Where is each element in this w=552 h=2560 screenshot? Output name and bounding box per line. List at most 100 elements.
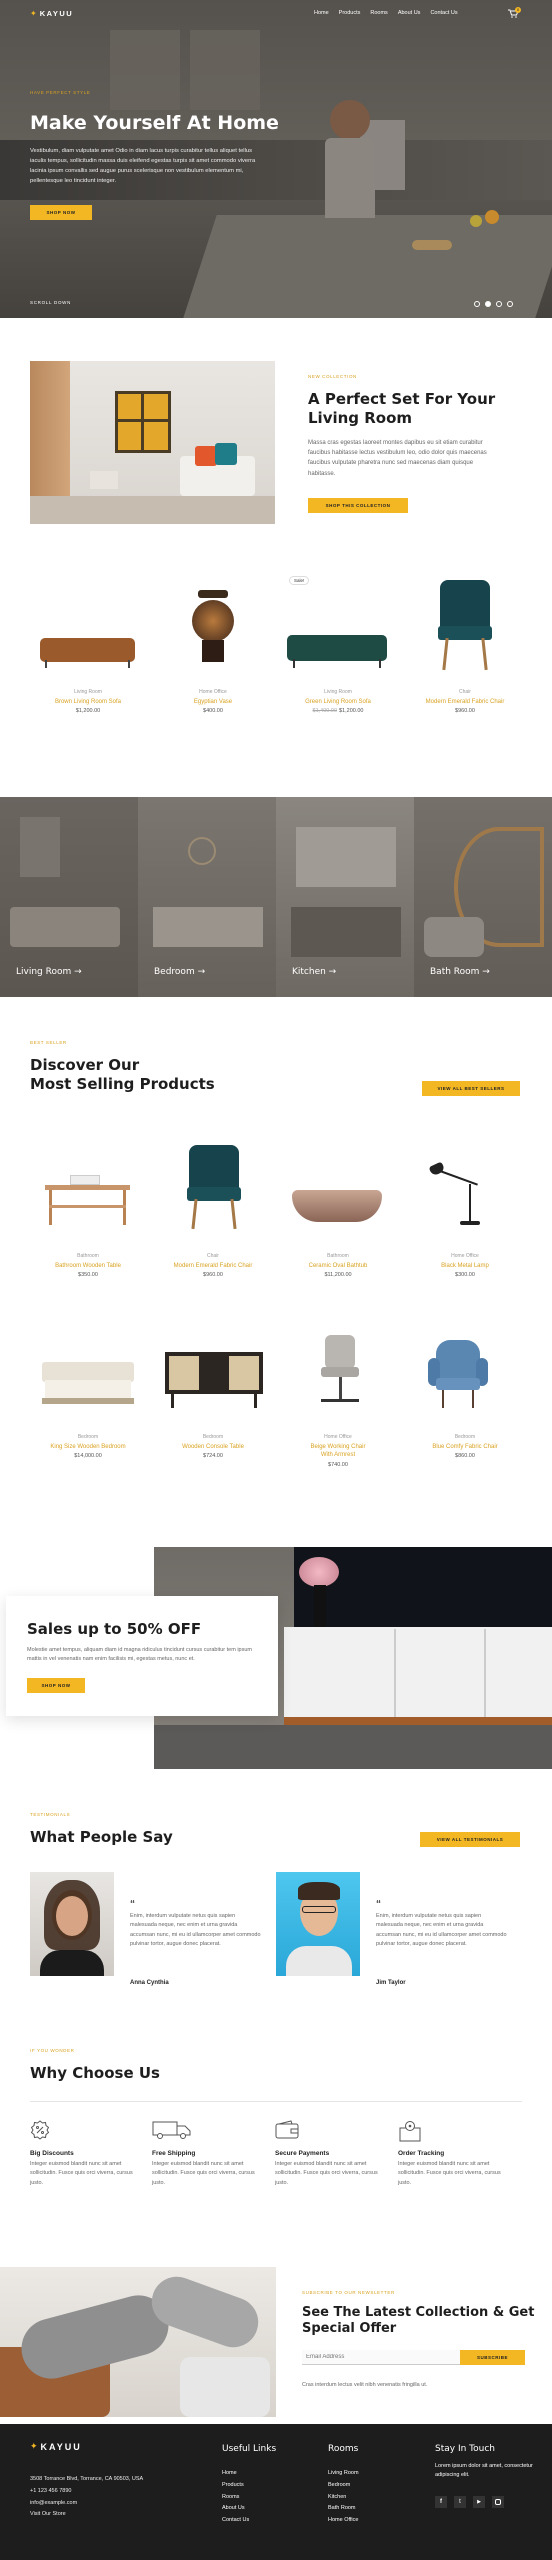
room-label: Kitchen → bbox=[292, 967, 337, 977]
product-category: Living Room bbox=[324, 689, 352, 695]
footer-link[interactable]: Bath Room bbox=[328, 2503, 359, 2515]
product-name[interactable]: Ceramic Oval Bathtub bbox=[288, 1262, 388, 1270]
footer-visit-store[interactable]: Visit Our Store bbox=[30, 2509, 143, 2521]
product-image-brown-sofa[interactable] bbox=[40, 630, 135, 670]
slider-dot[interactable] bbox=[474, 301, 480, 307]
testimonial-card: “ Enim, interdum vulputate netus quis sa… bbox=[276, 1872, 516, 1986]
nav-item-rooms[interactable]: Rooms bbox=[370, 10, 387, 16]
feature-title: Secure Payments bbox=[275, 2150, 330, 2157]
nav-item-products[interactable]: Products bbox=[339, 10, 361, 16]
footer-logo[interactable]: ✦ KAYUU bbox=[30, 2441, 82, 2452]
subscribe-button[interactable]: SUBSCRIBE bbox=[460, 2350, 525, 2365]
footer-link[interactable]: Contact Us bbox=[222, 2515, 249, 2527]
product-price: $350.00 bbox=[78, 1272, 98, 1278]
nav-item-contact[interactable]: Contact Us bbox=[430, 10, 457, 16]
tracking-icon bbox=[399, 2121, 421, 2142]
product-price: $400.00 bbox=[203, 708, 223, 714]
product-category: Living Room bbox=[74, 689, 102, 695]
instagram-icon[interactable] bbox=[492, 2496, 504, 2508]
nav-item-about[interactable]: About Us bbox=[398, 10, 421, 16]
cart-button[interactable]: 0 bbox=[508, 7, 522, 19]
facebook-icon[interactable]: f bbox=[435, 2496, 447, 2508]
product-category: Bedroom bbox=[77, 1434, 99, 1440]
testimonial-author: Anna Cynthia bbox=[130, 1980, 169, 1986]
product-image-bathroom-table[interactable] bbox=[45, 1175, 130, 1225]
room-card-bedroom[interactable]: Bedroom → bbox=[138, 797, 276, 997]
footer-link[interactable]: Rooms bbox=[222, 2492, 249, 2504]
view-best-sellers-button[interactable]: VIEW ALL BEST SELLERS bbox=[422, 1081, 520, 1096]
room-card-living[interactable]: Living Room → bbox=[0, 797, 138, 997]
footer-link[interactable]: Home bbox=[222, 2468, 249, 2480]
slider-dot[interactable] bbox=[485, 301, 491, 307]
product-name[interactable]: King Size Wooden Bedroom bbox=[38, 1443, 138, 1451]
footer-link[interactable]: Products bbox=[222, 2480, 249, 2492]
feature-order-tracking: Order Tracking Integer euismod blandit n… bbox=[398, 2120, 508, 2200]
footer-phone[interactable]: +1 123 456 7890 bbox=[30, 2486, 143, 2498]
product-image-blue-chair[interactable] bbox=[428, 1340, 488, 1410]
best-title: Discover Our Most Selling Products bbox=[30, 1056, 215, 1093]
slider-dot[interactable] bbox=[496, 301, 502, 307]
room-card-kitchen[interactable]: Kitchen → bbox=[276, 797, 414, 997]
logo-icon: ✦ bbox=[30, 2441, 38, 2451]
product-name[interactable]: Egyptian Vase bbox=[163, 698, 263, 706]
product-name[interactable]: Bathroom Wooden Table bbox=[38, 1262, 138, 1270]
product-name[interactable]: Black Metal Lamp bbox=[415, 1262, 515, 1270]
product-name[interactable]: Beige Working Chair With Armrest bbox=[288, 1443, 388, 1460]
nav-logo[interactable]: ✦ KAYUU bbox=[30, 9, 73, 18]
product-name[interactable]: Blue Comfy Fabric Chair bbox=[415, 1443, 515, 1451]
footer-link[interactable]: Bedroom bbox=[328, 2480, 359, 2492]
room-card-bathroom[interactable]: Bath Room → bbox=[414, 797, 552, 997]
feature-text: Integer euismod blandit nunc sit amet so… bbox=[152, 2161, 255, 2186]
footer-email[interactable]: info@example.com bbox=[30, 2498, 143, 2510]
product-image-emerald-chair[interactable] bbox=[185, 1145, 243, 1230]
product-image-console-table[interactable] bbox=[165, 1352, 263, 1408]
product-name[interactable]: Brown Living Room Sofa bbox=[38, 698, 138, 706]
footer-address: 3508 Torrance Blvd, Torrance, CA 90503, … bbox=[30, 2476, 144, 2482]
footer-link[interactable]: Living Room bbox=[328, 2468, 359, 2480]
avatar bbox=[276, 1872, 360, 1976]
product-image-working-chair[interactable] bbox=[315, 1335, 365, 1413]
scroll-down-link[interactable]: SCROLL DOWN bbox=[30, 300, 71, 305]
hero-shop-button[interactable]: SHOP NOW bbox=[30, 205, 92, 220]
view-testimonials-button[interactable]: VIEW ALL TESTIMONIALS bbox=[420, 1832, 520, 1847]
rooms-strip: Living Room → Bedroom → Kitchen → Bath R… bbox=[0, 797, 552, 997]
product-name[interactable]: Modern Emerald Fabric Chair bbox=[415, 698, 515, 706]
product-image-oval-bathtub[interactable] bbox=[292, 1190, 382, 1222]
feature-title: Big Discounts bbox=[30, 2150, 74, 2157]
email-input[interactable] bbox=[302, 2350, 460, 2365]
nav-item-home[interactable]: Home bbox=[314, 10, 329, 16]
social-icons: f t ▶ bbox=[435, 2496, 504, 2508]
footer-link[interactable]: About Us bbox=[222, 2503, 249, 2515]
product-image-green-sofa[interactable] bbox=[287, 625, 387, 670]
youtube-icon[interactable]: ▶ bbox=[473, 2496, 485, 2508]
avatar bbox=[30, 1872, 114, 1976]
footer-links: Home Products Rooms About Us Contact Us bbox=[222, 2468, 249, 2527]
collection-title: A Perfect Set For Your Living Room bbox=[308, 390, 496, 427]
hero-text: Vestibulum, diam vulputate amet Odio in … bbox=[30, 148, 256, 184]
footer-link[interactable]: Home Office bbox=[328, 2515, 359, 2527]
product-image-egyptian-vase[interactable] bbox=[188, 590, 238, 670]
product-category: Home Office bbox=[451, 1253, 479, 1259]
wallet-icon bbox=[275, 2120, 299, 2139]
product-old-price: $1,400.00 bbox=[312, 708, 337, 714]
twitter-icon[interactable]: t bbox=[454, 2496, 466, 2508]
product-image-wooden-bed[interactable] bbox=[42, 1362, 134, 1407]
feature-free-shipping: Free Shipping Integer euismod blandit nu… bbox=[152, 2120, 262, 2200]
product-name[interactable]: Wooden Console Table bbox=[163, 1443, 263, 1451]
quote-icon: “ bbox=[130, 1899, 135, 1910]
product-image-emerald-chair[interactable] bbox=[436, 580, 494, 672]
product-name[interactable]: Green Living Room Sofa bbox=[288, 698, 388, 706]
footer-link[interactable]: Kitchen bbox=[328, 2492, 359, 2504]
slider-dot[interactable] bbox=[507, 301, 513, 307]
product-image-metal-lamp[interactable] bbox=[425, 1158, 485, 1228]
product-category: Bedroom bbox=[202, 1434, 224, 1440]
product-name[interactable]: Modern Emerald Fabric Chair bbox=[163, 1262, 263, 1270]
sale-shop-button[interactable]: SHOP NOW bbox=[27, 1678, 85, 1693]
product-category: Bathroom bbox=[77, 1253, 99, 1259]
testimonial-card: “ Enim, interdum vulputate netus quis sa… bbox=[30, 1872, 261, 1986]
shop-collection-button[interactable]: SHOP THIS COLLECTION bbox=[308, 498, 408, 513]
product-price: $1,200.00 bbox=[75, 708, 101, 714]
testimonials-eyebrow: TESTIMONIALS bbox=[30, 1812, 71, 1817]
testimonial-text: Enim, interdum vulputate netus quis sapi… bbox=[130, 1913, 261, 1948]
hero-section: ✦ KAYUU Home Products Rooms About Us Con… bbox=[0, 0, 552, 318]
